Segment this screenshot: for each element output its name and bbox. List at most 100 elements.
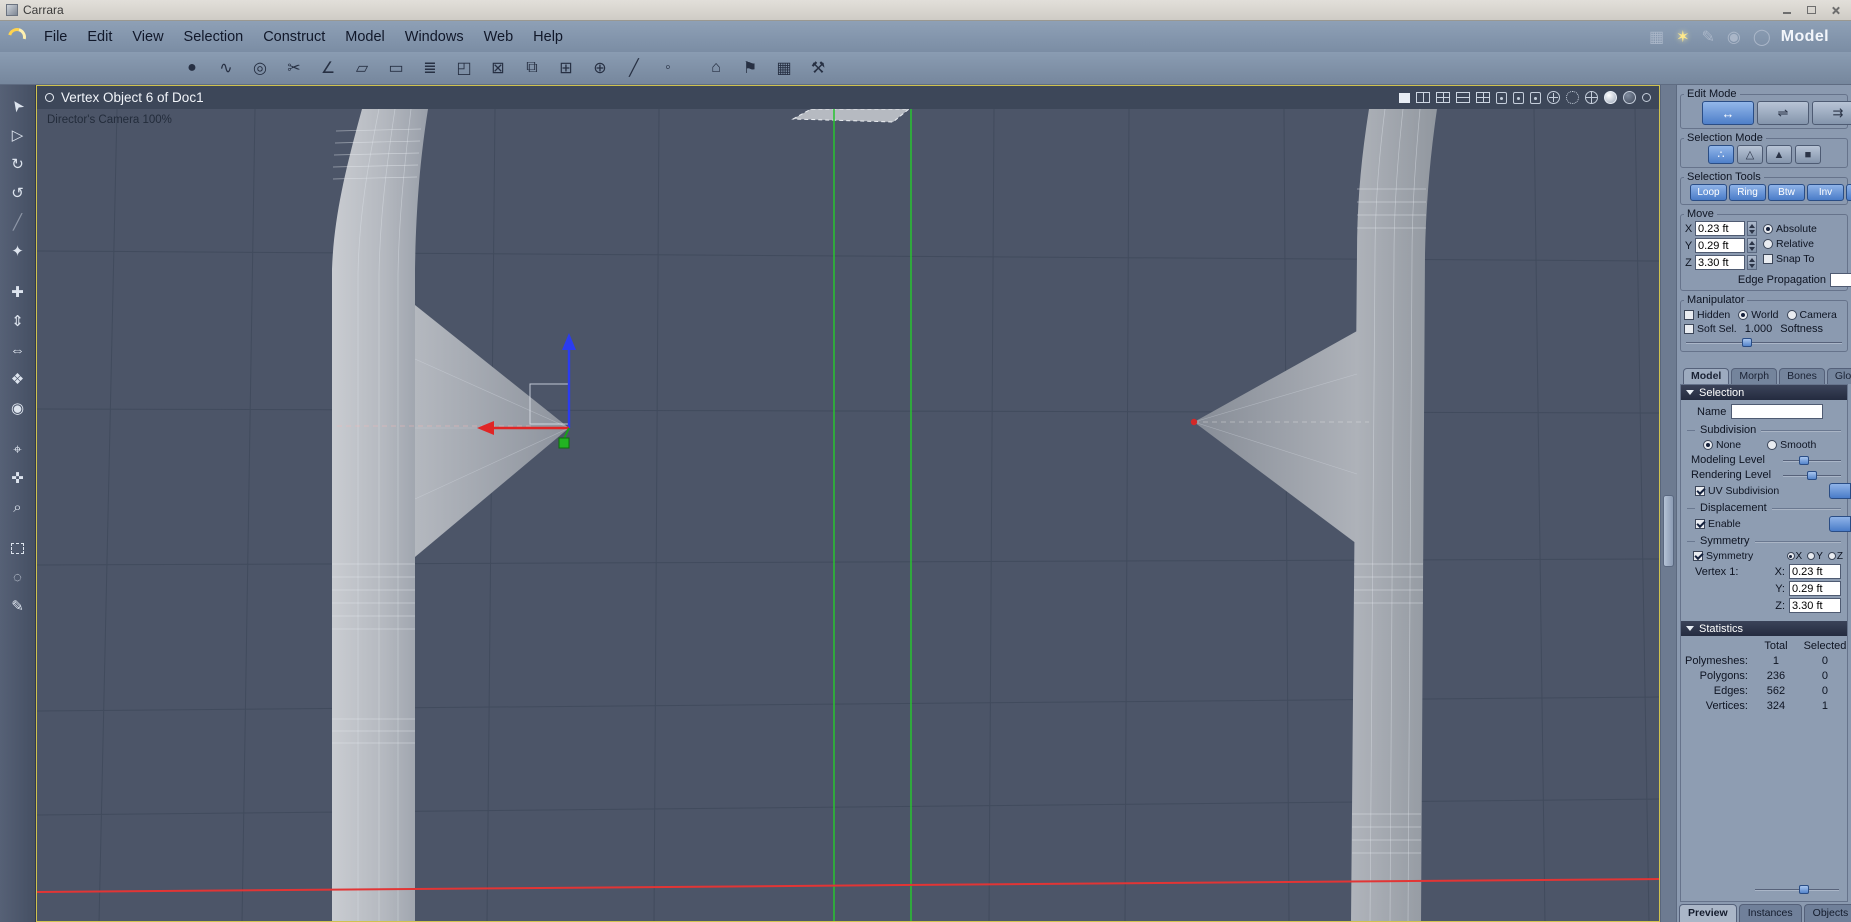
scale-vertical-tool[interactable]: ⇕ (5, 308, 31, 334)
symmetry-z-radio[interactable]: Z (1827, 551, 1843, 562)
tab-model[interactable]: Model (1683, 368, 1730, 384)
edge-propagation-input[interactable] (1830, 273, 1851, 287)
render-room-icon[interactable]: ◉ (1727, 27, 1741, 47)
oval-tool-button[interactable]: ▭ (382, 55, 410, 81)
axe-modifier-button[interactable]: ⚒ (804, 55, 832, 81)
point-tool-button[interactable]: ◦ (654, 55, 682, 81)
translate-tool[interactable]: ✚ (5, 279, 31, 305)
bend-modifier-button[interactable]: ⌂ (702, 55, 730, 81)
menu-selection[interactable]: Selection (174, 26, 254, 48)
vertex-select-tool[interactable]: ▷ (5, 122, 31, 148)
shaded-sphere-icon[interactable] (1604, 91, 1617, 104)
rendering-level-slider[interactable] (1783, 470, 1841, 481)
sphere-add-tool-button[interactable]: ⊕ (586, 55, 614, 81)
relative-radio[interactable]: Relative (1763, 238, 1817, 250)
edit-mode-extrude-button[interactable]: ⇉ (1812, 101, 1851, 125)
universal-manipulator-tool[interactable]: ❖ (5, 366, 31, 392)
pen-select-tool[interactable]: ✎ (5, 593, 31, 619)
extrude-tool-button[interactable]: ◰ (450, 55, 478, 81)
select-faces-button[interactable]: ▲ (1766, 145, 1792, 164)
select-arrow-tool[interactable]: ➤ (5, 93, 31, 119)
displacement-options-button[interactable] (1829, 516, 1851, 532)
displacement-enable-checkbox[interactable]: Enable (1695, 518, 1741, 530)
move-y-input[interactable] (1695, 238, 1745, 253)
move-x-stepper[interactable] (1747, 221, 1757, 236)
layout-three-pane-icon[interactable] (1476, 92, 1490, 103)
duplicate-tool-button[interactable]: ⧉ (518, 55, 546, 81)
mirror-modifier-button[interactable]: ⚑ (736, 55, 764, 81)
lattice-modifier-button[interactable]: ▦ (770, 55, 798, 81)
tube-tool-button[interactable]: ◎ (246, 55, 274, 81)
mini-sphere-icon[interactable] (1642, 93, 1651, 102)
layout-two-pane-icon[interactable] (1416, 92, 1430, 103)
symmetry-y-radio[interactable]: Y (1807, 551, 1823, 562)
uv-subdivision-options-button[interactable] (1829, 483, 1851, 499)
menu-view[interactable]: View (122, 26, 173, 48)
viewport-scrollbar[interactable] (1660, 85, 1676, 922)
panel-zoom-slider[interactable] (1755, 884, 1839, 895)
menu-web[interactable]: Web (474, 26, 524, 48)
tab-global[interactable]: Global (1826, 368, 1851, 384)
pan-hand-tool[interactable]: ✜ (5, 465, 31, 491)
tab-preview[interactable]: Preview (1679, 904, 1737, 922)
close-button[interactable] (1825, 3, 1845, 17)
move-z-stepper[interactable] (1747, 255, 1757, 270)
assemble-room-icon[interactable]: ▦ (1649, 27, 1664, 47)
camera-label[interactable]: Director's Camera 100% (47, 114, 172, 126)
select-vertices-button[interactable]: ∴ (1708, 145, 1734, 164)
subdivision-smooth-radio[interactable]: Smooth (1767, 439, 1816, 451)
move-y-stepper[interactable] (1747, 238, 1757, 253)
globe-display-icon[interactable] (1585, 91, 1598, 104)
selection-section-header[interactable]: Selection (1681, 385, 1847, 400)
move-x-input[interactable] (1695, 221, 1745, 236)
layout-split-horizontal-icon[interactable] (1456, 92, 1470, 103)
statistics-section-header[interactable]: Statistics (1681, 621, 1847, 636)
minimize-button[interactable] (1777, 3, 1797, 17)
wireframe-sphere-icon[interactable] (1566, 91, 1579, 104)
soft-selection-checkbox[interactable]: Soft Sel. (1684, 323, 1737, 335)
invert-select-button[interactable]: Inv (1807, 184, 1844, 201)
ring-select-button[interactable]: Ring (1729, 184, 1766, 201)
viewport-menu-icon[interactable] (45, 93, 54, 102)
array-tool-button[interactable]: ⊞ (552, 55, 580, 81)
symmetry-x-radio[interactable]: X (1786, 551, 1802, 562)
edit-mode-move-button[interactable]: ↔ (1702, 101, 1754, 125)
uv-subdivision-checkbox[interactable]: UV Subdivision (1695, 485, 1779, 497)
menu-help[interactable]: Help (523, 26, 573, 48)
cut-tool-button[interactable]: ✂ (280, 55, 308, 81)
maximize-button[interactable] (1801, 3, 1821, 17)
tab-morph[interactable]: Morph (1731, 368, 1778, 384)
menu-construct[interactable]: Construct (253, 26, 335, 48)
menu-windows[interactable]: Windows (395, 26, 474, 48)
subdivision-none-radio[interactable]: None (1703, 439, 1741, 451)
scale-horizontal-tool[interactable]: ⇔ (5, 337, 31, 363)
more-select-button[interactable] (1846, 184, 1851, 201)
scrollbar-thumb[interactable] (1663, 495, 1674, 567)
snap-to-checkbox[interactable]: Snap To (1763, 253, 1817, 265)
delete-tool-button[interactable]: ⊠ (484, 55, 512, 81)
between-select-button[interactable]: Btw (1768, 184, 1805, 201)
camera-target-icon[interactable] (1547, 91, 1560, 104)
model-room-icon[interactable]: ✶ (1676, 27, 1689, 47)
viewport-canvas[interactable]: Director's Camera 100% (37, 109, 1659, 921)
select-objects-button[interactable]: ■ (1795, 145, 1821, 164)
layout-four-pane-icon[interactable] (1436, 92, 1450, 103)
marquee-select-tool[interactable] (5, 535, 31, 561)
vertex-x-input[interactable] (1789, 564, 1841, 579)
world-radio[interactable]: World (1738, 309, 1779, 321)
magic-wand-tool[interactable]: ✦ (5, 238, 31, 264)
move-z-input[interactable] (1695, 255, 1745, 270)
selection-name-input[interactable] (1731, 404, 1824, 419)
polyline-tool-button[interactable]: ∠ (314, 55, 342, 81)
softness-slider[interactable] (1686, 337, 1842, 348)
spline-tool-button[interactable]: ∿ (212, 55, 240, 81)
orbit-tool[interactable]: ↺ (5, 180, 31, 206)
camera-radio[interactable]: Camera (1786, 309, 1837, 321)
tab-bones[interactable]: Bones (1779, 368, 1825, 384)
modeling-level-slider[interactable] (1783, 455, 1841, 466)
measure-tool[interactable]: ╱ (5, 209, 31, 235)
textured-sphere-icon[interactable] (1623, 91, 1636, 104)
line-tool-button[interactable]: ╱ (620, 55, 648, 81)
zoom-tool[interactable]: ⌕ (5, 494, 31, 520)
tab-objects[interactable]: Objects (1803, 904, 1851, 922)
